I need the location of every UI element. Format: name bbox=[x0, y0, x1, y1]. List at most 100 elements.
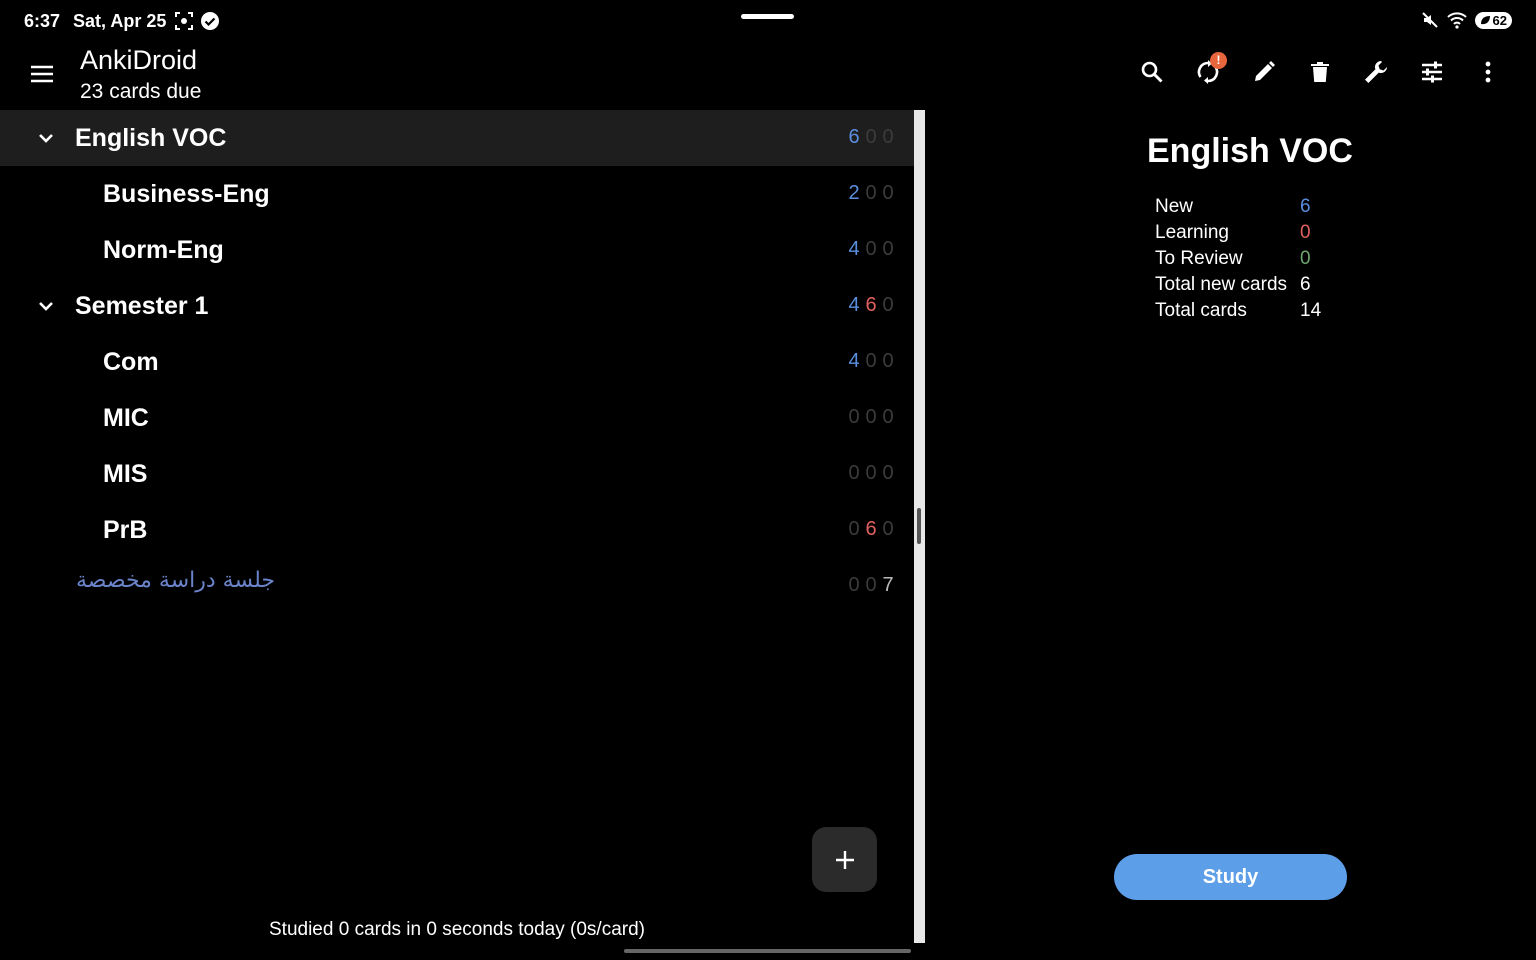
stat-value: 6 bbox=[1300, 196, 1311, 217]
deck-name: MIC bbox=[103, 404, 149, 432]
search-button[interactable] bbox=[1124, 56, 1180, 88]
deck-row-filtered-custom-study[interactable]: جلسة دراسة مخصصة 0 0 7 bbox=[0, 558, 914, 614]
learning-count: 0 bbox=[865, 406, 877, 428]
leaf-icon bbox=[1480, 16, 1490, 25]
study-button[interactable]: Study bbox=[1114, 854, 1347, 900]
more-options-button[interactable] bbox=[1460, 56, 1516, 88]
learning-count: 0 bbox=[865, 182, 877, 204]
deck-name: English VOC bbox=[75, 124, 227, 152]
deck-options-button[interactable] bbox=[1404, 56, 1460, 88]
hamburger-menu-button[interactable] bbox=[28, 60, 56, 88]
learning-count: 0 bbox=[865, 350, 877, 372]
stat-label: Learning bbox=[1155, 222, 1229, 243]
top-pill-handle bbox=[741, 14, 794, 19]
deck-row-prb[interactable]: PrB 0 6 0 bbox=[0, 502, 914, 558]
wrench-icon bbox=[1365, 60, 1387, 83]
learning-count: 0 bbox=[865, 238, 877, 260]
stat-row-total-cards: Total cards 14 bbox=[1155, 298, 1321, 324]
deck-counts: 0 0 7 bbox=[848, 574, 894, 597]
search-icon bbox=[1141, 61, 1163, 83]
stat-value: 6 bbox=[1300, 274, 1311, 295]
deck-name: Semester 1 bbox=[75, 292, 209, 320]
edit-button[interactable] bbox=[1236, 56, 1292, 88]
deck-name: PrB bbox=[103, 516, 148, 544]
review-count: 0 bbox=[882, 182, 894, 204]
stat-row-to-review: To Review 0 bbox=[1155, 246, 1321, 272]
screenshot-icon bbox=[175, 12, 193, 30]
more-vert-icon bbox=[1485, 61, 1491, 83]
review-count: 0 bbox=[882, 462, 894, 484]
learning-count: 0 bbox=[865, 462, 877, 484]
app-title: AnkiDroid bbox=[80, 45, 198, 75]
review-count: 0 bbox=[882, 350, 894, 372]
status-bar: 6:37 Sat, Apr 25 62 bbox=[0, 0, 1536, 42]
new-count: 0 bbox=[848, 406, 860, 428]
deck-row-english-voc[interactable]: English VOC 6 0 0 bbox=[0, 110, 914, 166]
new-count: 0 bbox=[848, 518, 860, 540]
delete-button[interactable] bbox=[1292, 56, 1348, 88]
detail-deck-title: English VOC bbox=[1147, 132, 1353, 170]
deck-name: Com bbox=[103, 348, 159, 376]
new-count: 0 bbox=[848, 574, 860, 596]
deck-row-semester-1[interactable]: Semester 1 4 6 0 bbox=[0, 278, 914, 334]
new-count: 0 bbox=[848, 462, 860, 484]
stat-value: 14 bbox=[1300, 300, 1322, 321]
stat-row-total-new: Total new cards 6 bbox=[1155, 272, 1321, 298]
review-count: 0 bbox=[882, 238, 894, 260]
stat-label: New bbox=[1155, 196, 1194, 217]
review-count: 0 bbox=[882, 294, 894, 316]
deck-counts: 4 0 0 bbox=[848, 350, 894, 373]
add-button[interactable] bbox=[812, 827, 877, 892]
status-icons-right: 62 bbox=[1421, 11, 1512, 29]
deck-counts: 4 6 0 bbox=[848, 294, 894, 317]
stat-row-new: New 6 bbox=[1155, 194, 1321, 220]
gesture-nav-handle bbox=[624, 949, 911, 953]
plus-icon bbox=[835, 850, 854, 869]
deck-counts: 0 0 0 bbox=[848, 406, 894, 429]
chevron-down-icon[interactable] bbox=[34, 294, 58, 318]
learning-count: 0 bbox=[865, 574, 877, 596]
toolbar: ! bbox=[1124, 52, 1516, 88]
deck-counts: 2 0 0 bbox=[848, 182, 894, 205]
review-count: 0 bbox=[882, 126, 894, 148]
stat-label: Total cards bbox=[1155, 300, 1247, 321]
deck-row-business-eng[interactable]: Business-Eng 2 0 0 bbox=[0, 166, 914, 222]
deck-name: Business-Eng bbox=[103, 180, 270, 208]
pane-divider-handle[interactable] bbox=[917, 508, 921, 544]
sliders-icon bbox=[1422, 61, 1442, 83]
studied-today-text: Studied 0 cards in 0 seconds today (0s/c… bbox=[269, 919, 645, 940]
deck-counts: 0 6 0 bbox=[848, 518, 894, 541]
wifi-icon bbox=[1446, 12, 1467, 29]
battery-level: 62 bbox=[1492, 12, 1507, 28]
delete-icon bbox=[1311, 62, 1329, 82]
sync-button[interactable]: ! bbox=[1180, 52, 1236, 88]
deck-row-mis[interactable]: MIS 0 0 0 bbox=[0, 446, 914, 502]
new-count: 4 bbox=[848, 350, 860, 372]
deck-name: MIS bbox=[103, 460, 148, 488]
deck-counts: 6 0 0 bbox=[848, 126, 894, 149]
sync-alert-badge: ! bbox=[1210, 52, 1227, 69]
cards-due-subtitle: 23 cards due bbox=[80, 80, 202, 103]
deck-name: جلسة دراسة مخصصة bbox=[76, 568, 275, 593]
deck-list: English VOC 6 0 0 Business-Eng 2 0 0 Nor… bbox=[0, 110, 914, 614]
deck-row-com[interactable]: Com 4 0 0 bbox=[0, 334, 914, 390]
stat-label: Total new cards bbox=[1155, 274, 1288, 295]
deck-name: Norm-Eng bbox=[103, 236, 224, 264]
new-count: 2 bbox=[848, 182, 860, 204]
edit-icon bbox=[1255, 61, 1275, 81]
new-count: 6 bbox=[848, 126, 860, 148]
tools-button[interactable] bbox=[1348, 56, 1404, 88]
deck-row-mic[interactable]: MIC 0 0 0 bbox=[0, 390, 914, 446]
new-count: 4 bbox=[848, 294, 860, 316]
deck-counts: 4 0 0 bbox=[848, 238, 894, 261]
menu-icon bbox=[31, 65, 53, 83]
new-count: 4 bbox=[848, 238, 860, 260]
review-count: 0 bbox=[882, 406, 894, 428]
chevron-down-icon[interactable] bbox=[34, 126, 58, 150]
stat-row-learning: Learning 0 bbox=[1155, 220, 1321, 246]
deck-counts: 0 0 0 bbox=[848, 462, 894, 485]
learning-count: 6 bbox=[865, 294, 877, 316]
deck-row-norm-eng[interactable]: Norm-Eng 4 0 0 bbox=[0, 222, 914, 278]
status-date: Sat, Apr 25 bbox=[73, 11, 167, 31]
status-time: 6:37 bbox=[24, 11, 61, 31]
